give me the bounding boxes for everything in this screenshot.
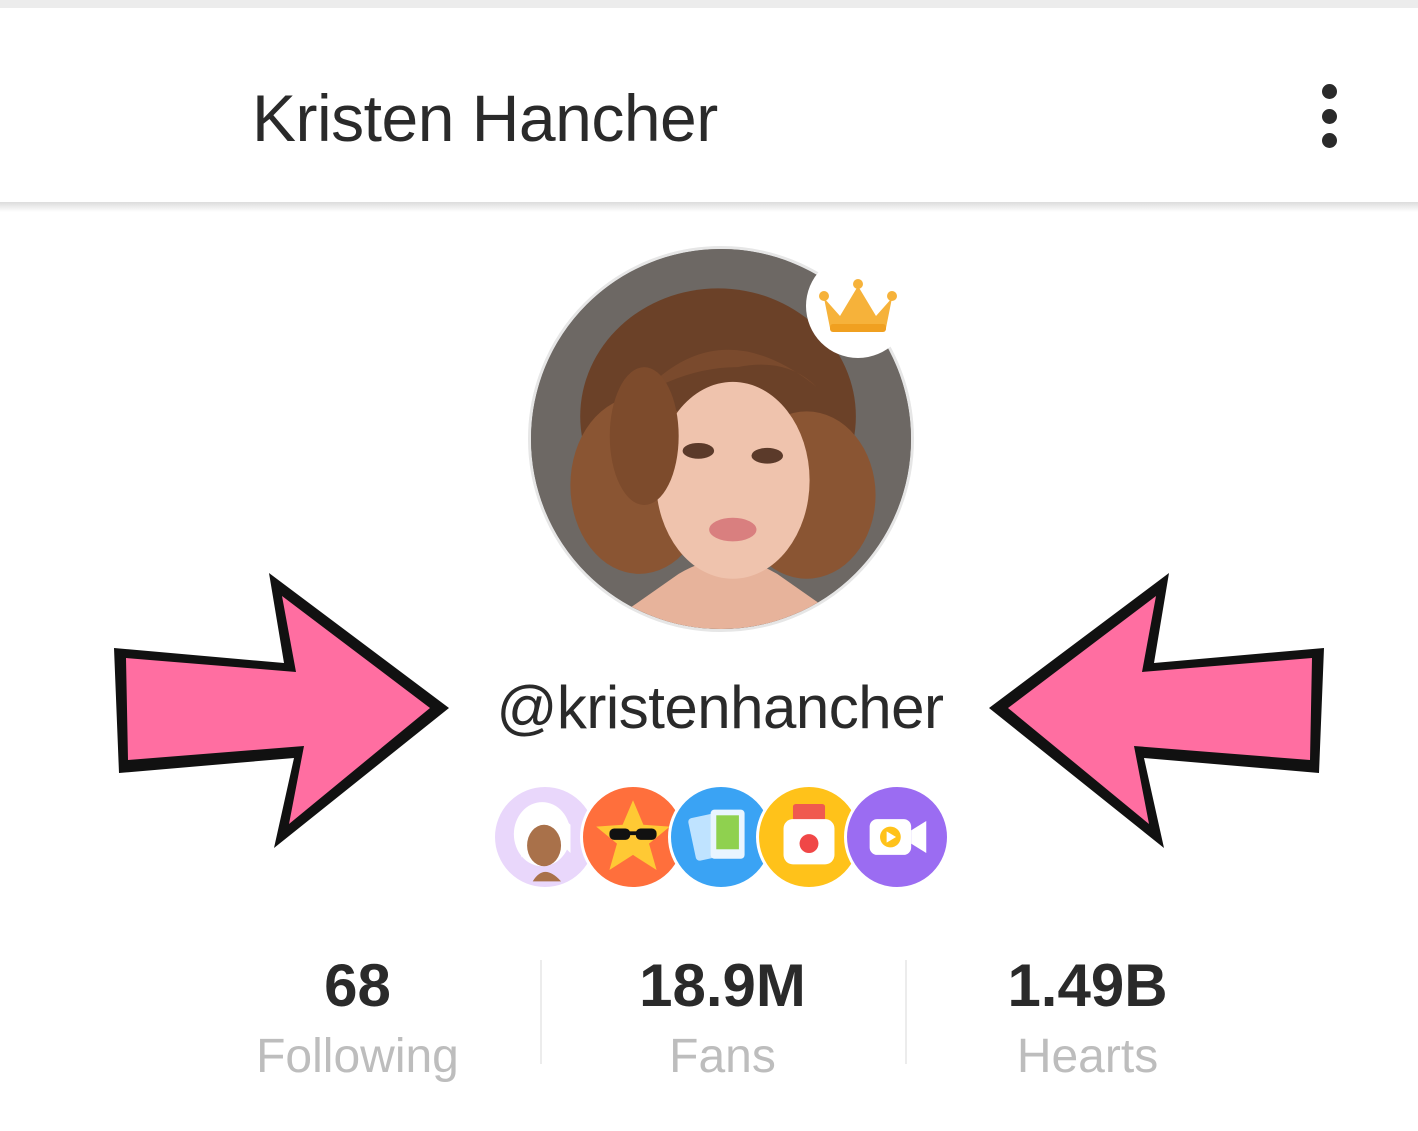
stat-label: Following [256,1030,459,1083]
profile-stats: 68 Following 18.9M Fans 1.49B Hearts [175,950,1270,1090]
header-bar: Kristen Hancher [0,8,1418,204]
video-badge-icon[interactable] [844,784,950,890]
status-strip [0,0,1418,8]
profile-screen: Kristen Hancher @kristenhancher 68 Follo… [0,0,1418,1131]
username: @kristenhancher [496,674,944,741]
stat-hearts[interactable]: 1.49B Hearts [905,950,1270,1090]
stat-label: Hearts [1016,1030,1159,1083]
crown-icon [819,279,897,332]
page-title: Kristen Hancher [252,81,718,155]
stat-label: Fans [669,1030,776,1083]
stat-following[interactable]: 68 Following [175,950,540,1090]
crown-badge [806,254,910,358]
more-options-button[interactable] [1300,78,1358,154]
header-shadow [0,202,1418,212]
stat-value: 18.9M [639,952,806,1019]
stat-value: 1.49B [1007,952,1168,1019]
stat-value: 68 [324,952,391,1019]
more-vertical-icon [1321,84,1337,99]
stat-fans[interactable]: 18.9M Fans [540,950,905,1090]
badge-row [492,784,952,892]
arrow-right-icon [114,573,449,848]
arrow-left-icon [989,573,1324,848]
